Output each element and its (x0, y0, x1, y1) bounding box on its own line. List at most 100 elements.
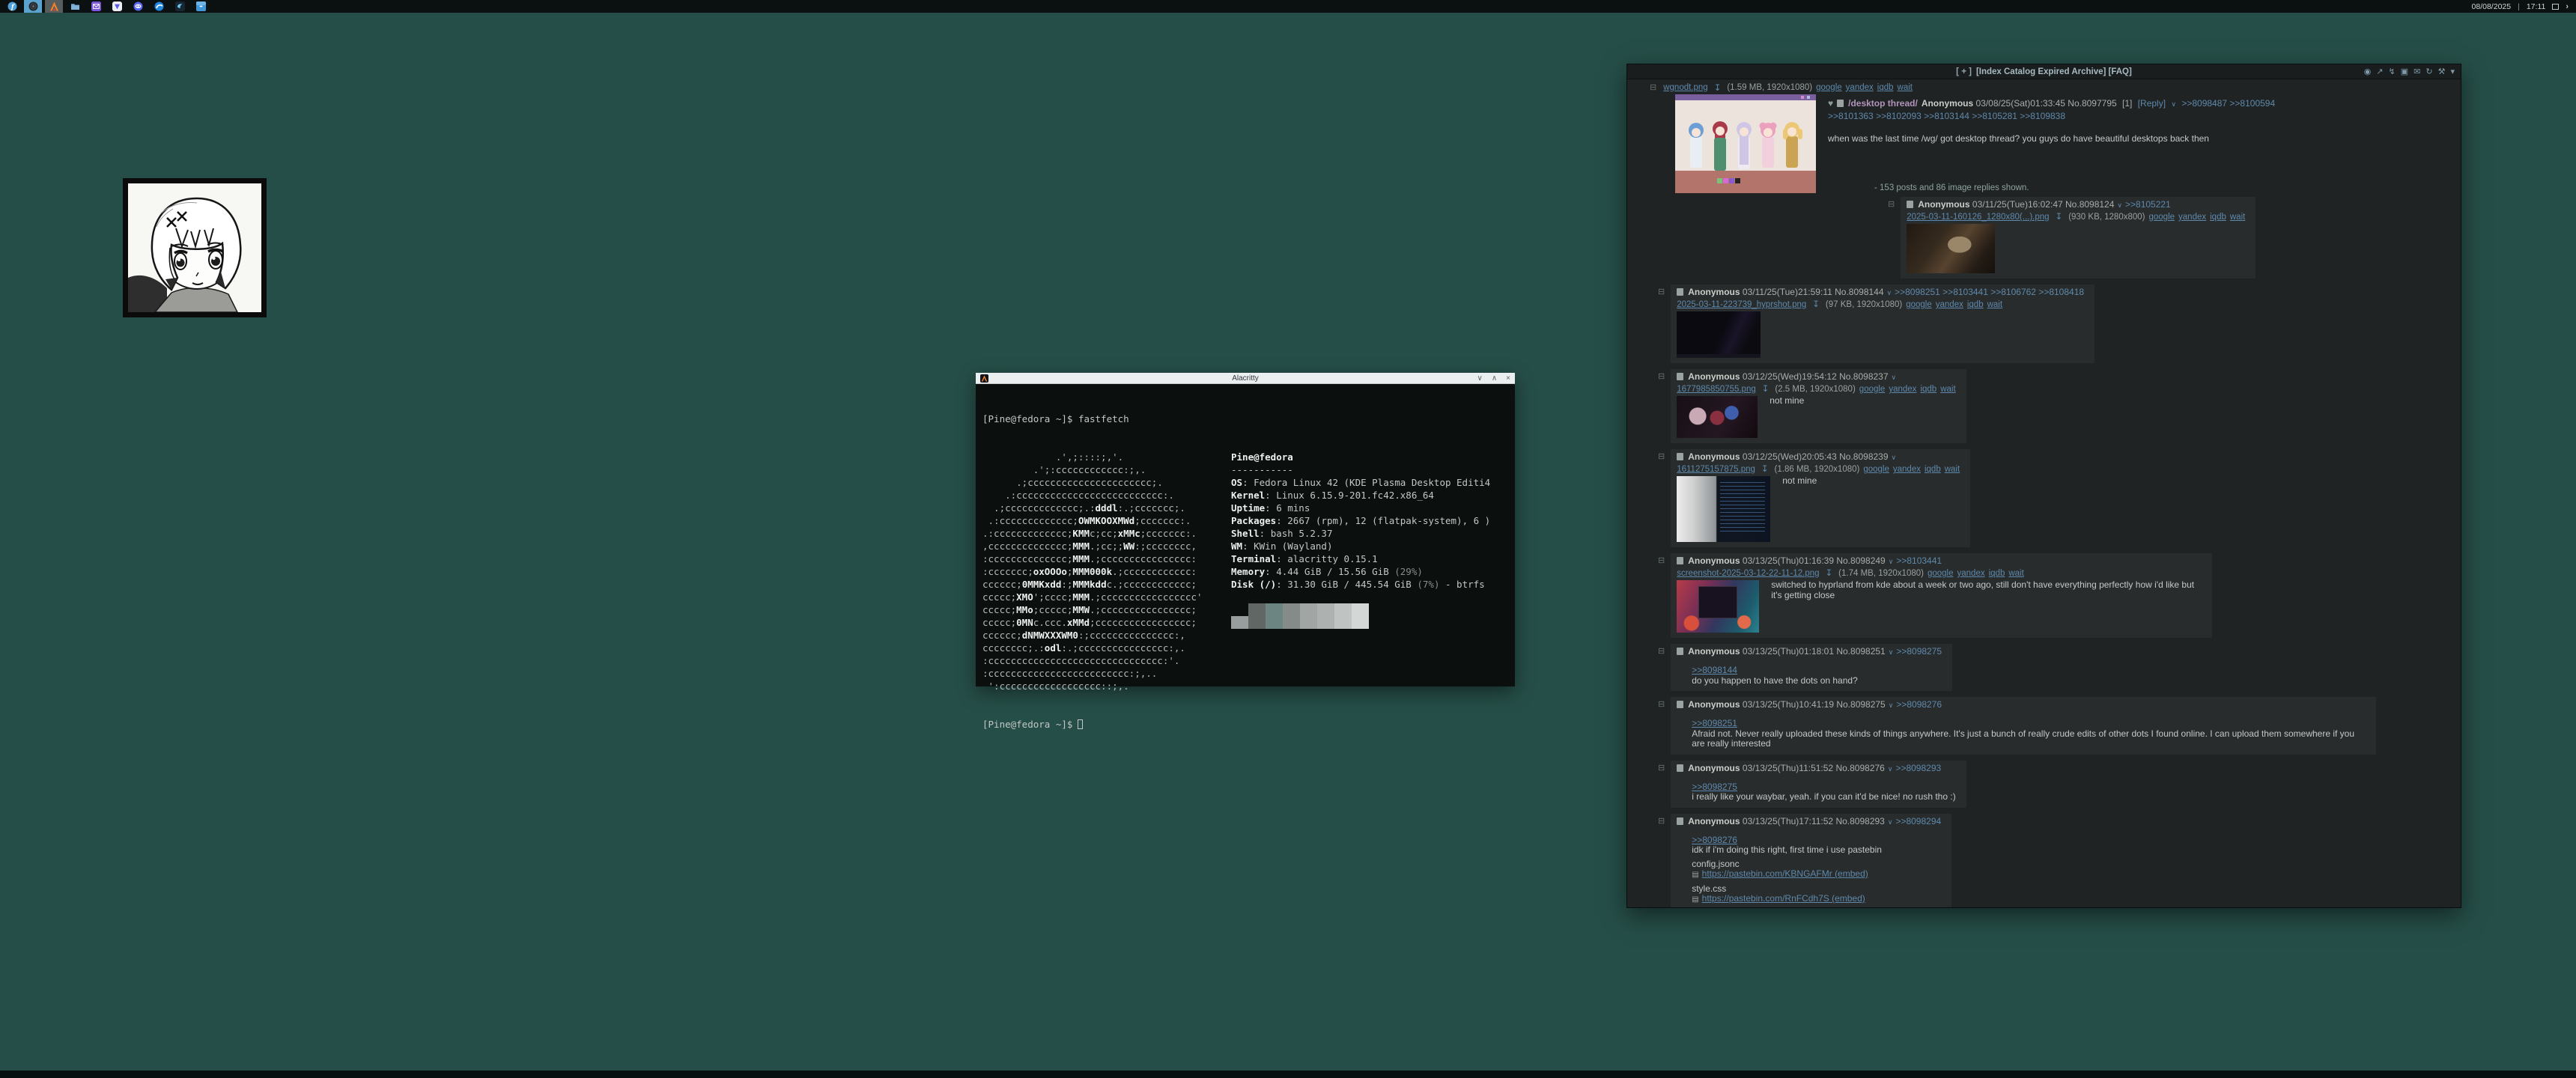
quote-link[interactable]: >>8098144 (1692, 665, 1737, 675)
zen-browser-app-icon[interactable] (108, 0, 126, 13)
post-filelink-yandex[interactable]: yandex (1889, 384, 1916, 395)
expand-icon[interactable]: ↗ (2376, 65, 2383, 79)
post-filelink-google[interactable]: google (1906, 299, 1932, 310)
post-filelink-yandex[interactable]: yandex (1957, 568, 1985, 579)
clock-area[interactable]: 08/08/2025|17:11 › (2472, 2, 2576, 11)
post-filelink-yandex[interactable]: yandex (1893, 464, 1921, 475)
post-number[interactable]: No.8098144 (1835, 287, 1883, 297)
hide-post-button[interactable]: ⊟ (1658, 287, 1665, 296)
post-menu-caret[interactable]: ∨ (1892, 374, 1897, 381)
hide-thread-button[interactable]: ⊟ (1650, 82, 1656, 92)
post-filelink-wait[interactable]: wait (1940, 384, 1955, 395)
post-filelink-yandex[interactable]: yandex (2178, 212, 2206, 222)
post-checkbox[interactable] (1677, 764, 1683, 772)
post-number[interactable]: No.8098237 (1839, 371, 1888, 382)
minimize-button[interactable]: ∨ (1477, 373, 1483, 384)
op-file-name[interactable]: wgnodt.png (1663, 83, 1707, 92)
download-icon[interactable]: ↧ (1714, 82, 1722, 93)
post-number[interactable]: No.8098249 (1836, 555, 1885, 566)
post-file-name[interactable]: 1677985850755.png (1677, 384, 1756, 395)
post-number[interactable]: No.8098239 (1839, 451, 1888, 462)
lightning-icon[interactable]: ↯ (2389, 65, 2396, 79)
post-number[interactable]: No.8098275 (1836, 699, 1885, 710)
quote-link[interactable]: >>8098276 (1692, 835, 1737, 845)
post-backlinks[interactable]: >>8105221 (2125, 199, 2171, 210)
post-checkbox[interactable] (1677, 453, 1683, 460)
post-checkbox[interactable] (1907, 201, 1913, 208)
post-menu-caret[interactable]: ∨ (1889, 558, 1894, 565)
post-backlinks[interactable]: >>8098275 (1896, 646, 1942, 657)
post-checkbox[interactable] (1677, 373, 1683, 380)
post-menu-caret[interactable]: ∨ (2171, 100, 2176, 108)
post-menu-caret[interactable]: ∨ (1888, 818, 1893, 826)
terminal-content[interactable]: [Pine@fedora ~]$ fastfetch .',;::::;,'. … (976, 384, 1515, 686)
file-manager-app-icon[interactable] (66, 0, 84, 13)
op-filelink-iqdb[interactable]: iqdb (1877, 83, 1894, 92)
post-checkbox[interactable] (1677, 648, 1683, 655)
op-thumbnail[interactable] (1675, 94, 1816, 193)
post-number[interactable]: No.8098124 (2065, 199, 2114, 210)
quote-link[interactable]: >>8098275 (1692, 782, 1737, 792)
hide-post-button[interactable]: ⊟ (1658, 763, 1665, 773)
eye-icon[interactable]: ◉ (2364, 65, 2372, 79)
messenger-app-icon[interactable] (150, 0, 168, 13)
image-icon[interactable]: ▣ (2401, 65, 2408, 79)
fedora-menu-icon[interactable]: f (3, 0, 21, 13)
archive-app-icon[interactable] (192, 0, 210, 13)
board-nav-links[interactable]: [Index Catalog Expired Archive] [FAQ] (1976, 67, 2132, 76)
post-checkbox[interactable] (1677, 701, 1683, 708)
op-filelink-google[interactable]: google (1816, 83, 1842, 92)
speech-icon[interactable]: ✉ (2414, 65, 2420, 79)
post-filelink-wait[interactable]: wait (1987, 299, 2002, 310)
post-filelink-iqdb[interactable]: iqdb (1967, 299, 1984, 310)
reply-link[interactable]: [Reply] (2138, 98, 2166, 109)
download-icon[interactable]: ↧ (1761, 464, 1769, 475)
op-filelink-wait[interactable]: wait (1898, 83, 1913, 92)
op-number[interactable]: No.8097795 (2068, 98, 2116, 109)
tray-expand-icon[interactable]: › (2566, 3, 2569, 10)
post-filelink-iqdb[interactable]: iqdb (1920, 384, 1936, 395)
close-button[interactable]: × (1506, 373, 1510, 384)
pastebin-link[interactable]: https://pastebin.com/KBNGAFMr (embed) (1702, 868, 1868, 879)
quote-link[interactable]: >>8098251 (1692, 718, 1737, 728)
refresh-icon[interactable]: ↻ (2425, 65, 2432, 79)
post-filelink-iqdb[interactable]: iqdb (1989, 568, 2005, 579)
post-filelink-wait[interactable]: wait (2008, 568, 2023, 579)
op-filelink-yandex[interactable]: yandex (1846, 83, 1874, 92)
post-filelink-google[interactable]: google (1928, 568, 1954, 579)
download-icon[interactable]: ↧ (1826, 568, 1833, 579)
discord-app-icon[interactable] (129, 0, 147, 13)
post-thumbnail[interactable] (1907, 224, 1995, 273)
hide-post-button[interactable]: ⊟ (1658, 699, 1665, 709)
post-filelink-google[interactable]: google (1859, 384, 1886, 395)
post-menu-caret[interactable]: ∨ (1888, 765, 1893, 773)
post-checkbox[interactable] (1677, 817, 1683, 825)
alacritty-app-icon[interactable] (45, 0, 63, 13)
post-filelink-google[interactable]: google (2148, 212, 2175, 222)
post-filelink-yandex[interactable]: yandex (1936, 299, 1963, 310)
post-backlinks[interactable]: >>8098293 (1895, 763, 1941, 773)
post-menu-caret[interactable]: ∨ (1889, 701, 1894, 709)
tray-window-icon[interactable] (2552, 4, 2559, 10)
op-backlinks-line1[interactable]: >>8098487 >>8100594 (2181, 98, 2275, 109)
op-checkbox[interactable] (1837, 100, 1844, 107)
post-menu-caret[interactable]: ∨ (1887, 289, 1892, 296)
post-thumbnail[interactable] (1677, 476, 1770, 542)
terminal-titlebar[interactable]: Alacritty ∨ ∧ × (976, 373, 1515, 384)
hide-post-button[interactable]: ⊟ (1658, 371, 1665, 381)
post-backlinks[interactable]: >>8098276 (1896, 699, 1942, 710)
post-file-name[interactable]: 2025-03-11-160126_1280x80(...).png (1907, 212, 2049, 222)
post-filelink-google[interactable]: google (1863, 464, 1889, 475)
caret-down-icon[interactable]: ▾ (2450, 65, 2455, 79)
board-navigation[interactable]: [ + ][Index Catalog Expired Archive] [FA… (1627, 67, 2461, 76)
post-file-name[interactable]: 2025-03-11-223739_hyprshot.png (1677, 299, 1806, 310)
download-icon[interactable]: ↧ (1762, 384, 1770, 395)
hide-post-button[interactable]: ⊟ (1888, 199, 1895, 209)
op-backlinks-line2[interactable]: >>8101363 >>8102093 >>8103144 >>8105281 … (1828, 110, 2461, 122)
post-backlinks[interactable]: >>8098251 >>8103441 >>8106762 >>8108418 (1895, 287, 2084, 297)
post-filelink-iqdb[interactable]: iqdb (1925, 464, 1941, 475)
media-disc-app-icon[interactable] (24, 0, 42, 13)
post-filelink-wait[interactable]: wait (1945, 464, 1960, 475)
hide-post-button[interactable]: ⊟ (1658, 646, 1665, 656)
post-number[interactable]: No.8098251 (1836, 646, 1885, 657)
